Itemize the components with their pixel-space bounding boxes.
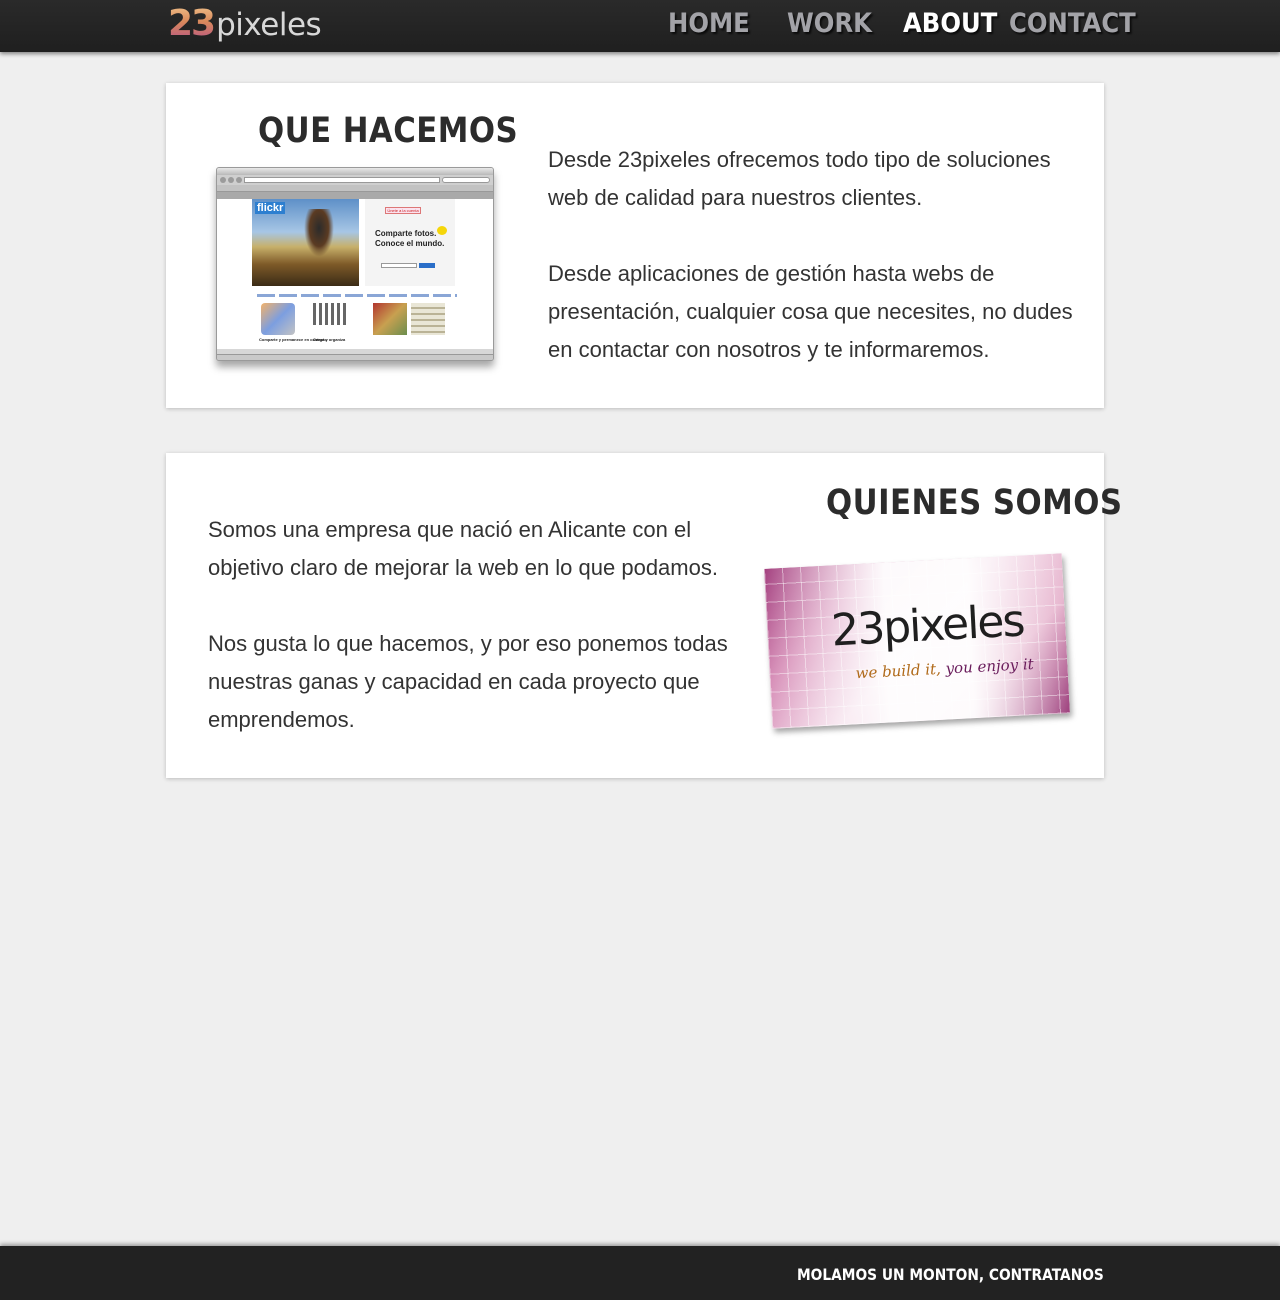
footer-slogan: MOLAMOS UN MONTON, CONTRATANOS [797, 1265, 1104, 1284]
que-hacemos-panel: QUE HACEMOS flickr Únete a la cuenta Com… [166, 83, 1104, 408]
quienes-somos-heading: QUIENES SOMOS [826, 483, 1123, 523]
que-hacemos-paragraph-1: Desde 23pixeles ofrecemos todo tipo de s… [548, 147, 1051, 210]
screenshot-thumb-contacts [261, 303, 295, 335]
flickr-logo: flickr [255, 202, 286, 214]
screenshot-thumb-magazine [411, 303, 445, 335]
nav-work-link[interactable]: WORK [787, 8, 872, 39]
nav-contact-link[interactable]: CONTACT [1009, 8, 1136, 39]
screenshot-toolbar [217, 175, 493, 185]
quienes-somos-panel: Somos una empresa que nació en Alicante … [166, 453, 1122, 778]
screenshot-search-field [381, 263, 417, 268]
business-card-image: 23pixeles we build it, you enjoy it [764, 553, 1070, 729]
screenshot-rider-figure [304, 209, 334, 257]
screenshot-bookmarks-bar [217, 185, 493, 192]
que-hacemos-paragraph-2: Desde aplicaciones de gestión hasta webs… [548, 261, 1073, 362]
screenshot-search-bar [442, 177, 490, 183]
main-nav: HOME WORK ABOUT CONTACT [0, 0, 1280, 52]
que-hacemos-text: Desde 23pixeles ofrecemos todo tipo de s… [548, 141, 1078, 369]
screenshot-page: flickr Únete a la cuenta Comparte fotos.… [217, 199, 493, 349]
screenshot-reload-icon [236, 177, 242, 183]
screenshot-search-button [419, 263, 435, 268]
quienes-somos-text: Somos una empresa que nació en Alicante … [208, 511, 748, 739]
screenshot-signup-box: Únete a la cuenta Comparte fotos. Conoce… [365, 199, 455, 286]
screenshot-statusbar [217, 354, 493, 360]
nav-about-link[interactable]: ABOUT [903, 8, 997, 39]
screenshot-forward-icon [228, 177, 234, 183]
screenshot-thumb-upload [313, 303, 347, 325]
screenshot-join-button: Únete a la cuenta [385, 207, 421, 214]
nav-home-link[interactable]: HOME [668, 8, 750, 39]
site-footer: MOLAMOS UN MONTON, CONTRATANOS [0, 1246, 1280, 1300]
screenshot-back-icon [220, 177, 226, 183]
screenshot-hero-photo: flickr [252, 199, 359, 286]
quienes-somos-paragraph-1: Somos una empresa que nació en Alicante … [208, 517, 718, 580]
screenshot-caption-2: Carga y organiza [313, 337, 346, 342]
card-brand-name: 23pixeles [830, 595, 1025, 657]
screenshot-badge-icon [437, 226, 447, 235]
flickr-screenshot-image: flickr Únete a la cuenta Comparte fotos.… [216, 167, 494, 361]
screenshot-titlebar [217, 168, 493, 175]
screenshot-url-bar [244, 177, 440, 183]
screenshot-link-row [257, 294, 457, 297]
screenshot-thumb-ad [373, 303, 407, 335]
que-hacemos-heading: QUE HACEMOS [258, 111, 519, 151]
screenshot-tabs-bar [217, 192, 493, 199]
top-navbar: 23 pixeles HOME WORK ABOUT CONTACT [0, 0, 1280, 52]
quienes-somos-paragraph-2: Nos gusta lo que hacemos, y por eso pone… [208, 631, 728, 732]
